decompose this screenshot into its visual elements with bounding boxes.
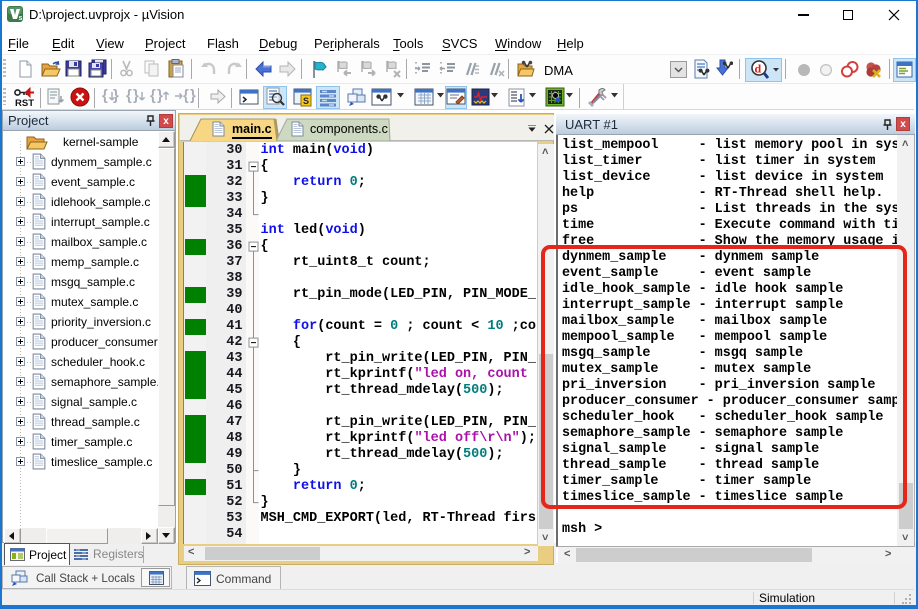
svg-text:RST: RST — [15, 98, 34, 108]
svg-text:d: d — [755, 62, 762, 76]
svg-text:S: S — [303, 96, 309, 106]
svg-text:s: s — [19, 15, 23, 22]
